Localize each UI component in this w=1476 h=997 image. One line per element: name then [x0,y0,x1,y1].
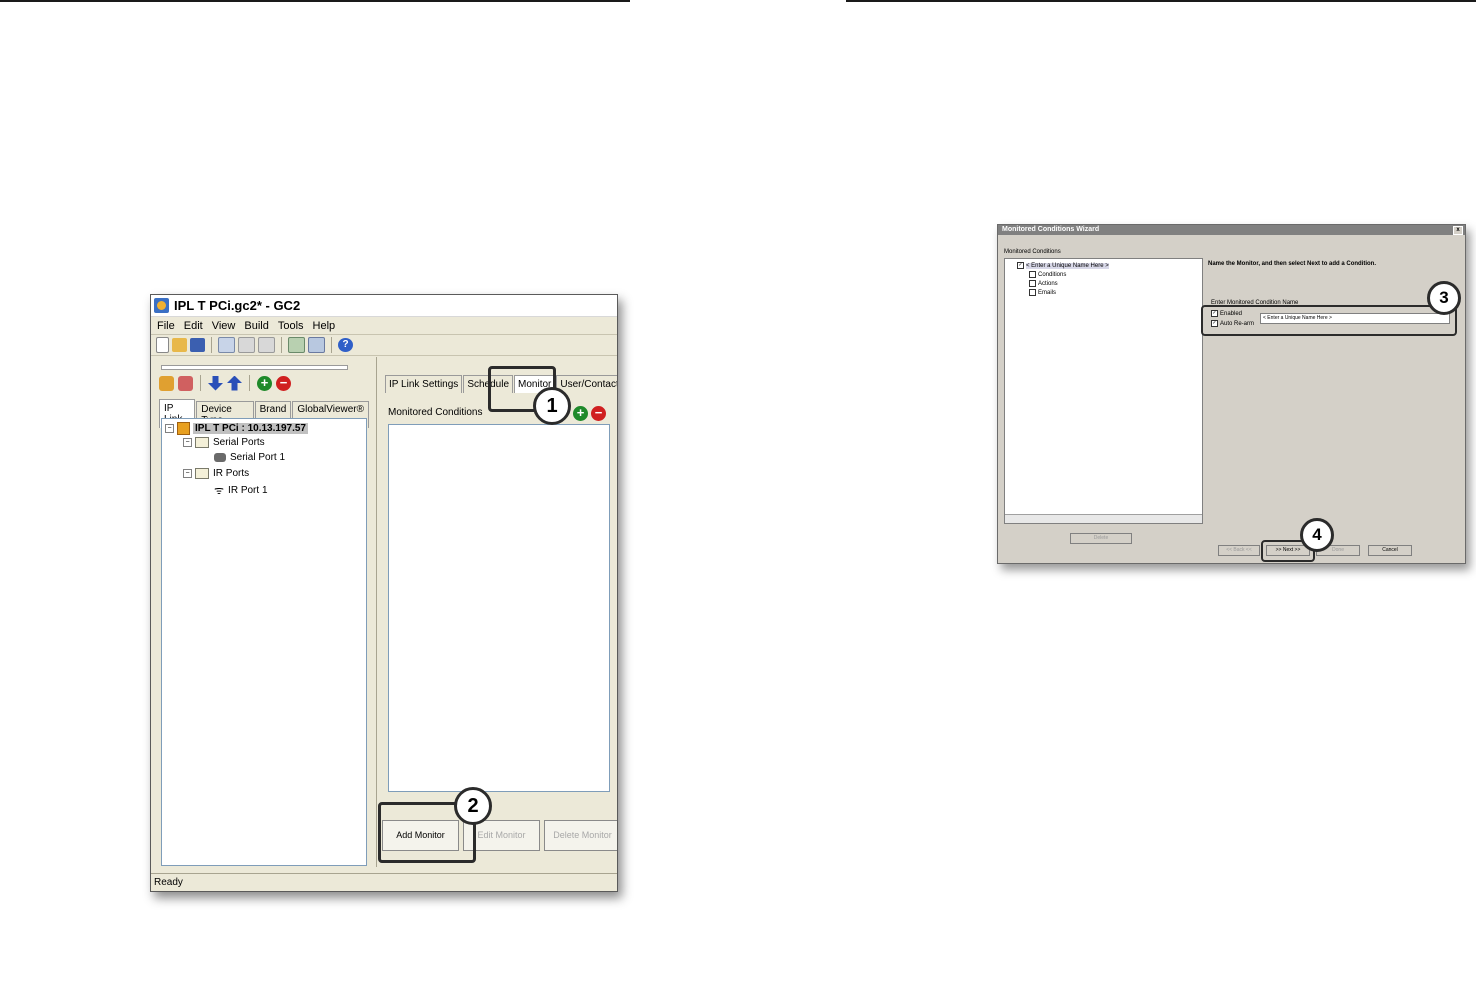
toolbar-separator [281,337,282,353]
menu-view[interactable]: View [212,320,236,332]
tree-label: Emails [1038,290,1057,297]
paste-icon[interactable] [238,337,255,353]
gc2-app-icon [154,298,169,313]
tree-node-ir-port-1[interactable]: ᯤ IR Port 1 [214,483,268,498]
move-up-icon[interactable] [227,375,242,391]
callout-1: 1 [533,387,571,425]
move-down-icon[interactable] [208,375,223,391]
toolbar-separator [249,375,250,391]
toolbar: ? [151,335,617,356]
add-icon[interactable]: + [257,375,272,391]
menu-build[interactable]: Build [244,320,268,332]
tree-node-serial-ports[interactable]: − Serial Ports [183,437,265,448]
wizard-list-label: Monitored Conditions [1004,249,1061,255]
remove-icon[interactable]: − [276,375,291,391]
delete-monitor-button[interactable]: Delete Monitor [544,820,617,851]
window-title: IPL T PCi.gc2* - GC2 [174,298,301,313]
zoom-slider[interactable] [161,365,348,370]
collapse-toggle[interactable]: − [183,469,192,478]
callout-2: 2 [454,787,492,825]
wizard-back-button[interactable]: << Back << [1218,545,1260,556]
open-folder-icon[interactable] [172,338,187,352]
wizard-tree-root[interactable]: ✓ < Enter a Unique Name Here > [1017,262,1109,270]
wizard-instruction: Name the Monitor, and then select Next t… [1208,261,1377,267]
tree-node-root[interactable]: − IPL T PCi : 10.13.197.57 [165,422,308,435]
remove-device-icon[interactable] [178,375,193,391]
callout-4: 4 [1300,518,1334,552]
paste-special-icon[interactable] [258,337,275,353]
tree-label: < Enter a Unique Name Here > [1026,263,1109,270]
status-bar: Ready [151,873,617,891]
top-rule-right [846,0,1476,2]
menu-bar: File Edit View Build Tools Help [151,317,617,335]
top-rule-left [0,0,630,2]
device-tree: − IPL T PCi : 10.13.197.57 − Serial Port… [161,418,367,866]
name-fields-highlight [1201,305,1457,336]
tree-root-label: IPL T PCi : 10.13.197.57 [193,423,308,434]
wizard-tree-emails[interactable]: Emails [1029,289,1056,296]
collapse-toggle[interactable]: − [183,438,192,447]
import-icon[interactable] [288,337,305,353]
wizard-title: Monitored Conditions Wizard [1002,226,1100,233]
ipl-device-icon [177,422,190,435]
tab-ip-link-settings[interactable]: IP Link Settings [385,375,463,393]
horizontal-scrollbar[interactable] [1005,514,1202,523]
add-condition-icon[interactable]: + [573,406,588,421]
new-file-icon[interactable] [156,337,169,353]
wizard-cancel-button[interactable]: Cancel [1368,545,1412,556]
tree-label: Serial Port 1 [230,452,286,463]
help-icon[interactable]: ? [338,338,353,352]
wizard-tree-actions[interactable]: Actions [1029,280,1058,287]
right-pane: IP Link Settings Schedule Monitor User/C… [376,357,617,867]
remove-condition-icon[interactable]: − [591,406,606,421]
root-checkbox[interactable]: ✓ [1017,262,1024,269]
toolbar-separator [211,337,212,353]
serial-port-icon [214,453,226,462]
tree-node-ir-ports[interactable]: − IR Ports [183,468,249,479]
monitored-conditions-list[interactable] [388,424,610,792]
wizard-tree-conditions[interactable]: Conditions [1029,271,1066,278]
conditions-checkbox[interactable] [1029,271,1036,278]
wizard-window: Monitored Conditions Wizard x Monitored … [997,224,1466,564]
title-bar: IPL T PCi.gc2* - GC2 [151,295,617,317]
callout-3: 3 [1427,281,1461,315]
collapse-toggle[interactable]: − [165,424,174,433]
menu-file[interactable]: File [157,320,175,332]
toolbar-separator [331,337,332,353]
menu-tools[interactable]: Tools [278,320,304,332]
menu-edit[interactable]: Edit [184,320,203,332]
left-toolbar: + − [159,375,291,391]
add-device-icon[interactable] [159,375,174,391]
folder-icon [195,437,209,448]
tree-label: Actions [1038,281,1058,288]
save-icon[interactable] [190,338,205,352]
folder-icon [195,468,209,479]
actions-checkbox[interactable] [1029,280,1036,287]
wizard-delete-button[interactable]: Delete [1070,533,1132,544]
export-icon[interactable] [308,337,325,353]
emails-checkbox[interactable] [1029,289,1036,296]
menu-help[interactable]: Help [313,320,336,332]
toolbar-separator [200,375,201,391]
monitored-conditions-label: Monitored Conditions [388,407,483,418]
tree-label: IR Port 1 [228,485,268,496]
wizard-title-bar: Monitored Conditions Wizard x [998,225,1465,235]
left-pane: + − IP Link Device Type Brand GlobalView… [155,357,370,867]
tree-label: Conditions [1038,272,1067,279]
tree-label: IR Ports [213,468,250,479]
copy-icon[interactable] [218,337,235,353]
tree-label: Serial Ports [213,437,265,448]
wizard-condition-tree: ✓ < Enter a Unique Name Here > Conditions… [1004,258,1203,524]
ir-wireless-icon: ᯤ [214,485,225,497]
tab-user-contact[interactable]: User/Contact I [556,375,617,393]
tree-node-serial-port-1[interactable]: Serial Port 1 [214,452,285,463]
close-icon[interactable]: x [1453,226,1463,235]
